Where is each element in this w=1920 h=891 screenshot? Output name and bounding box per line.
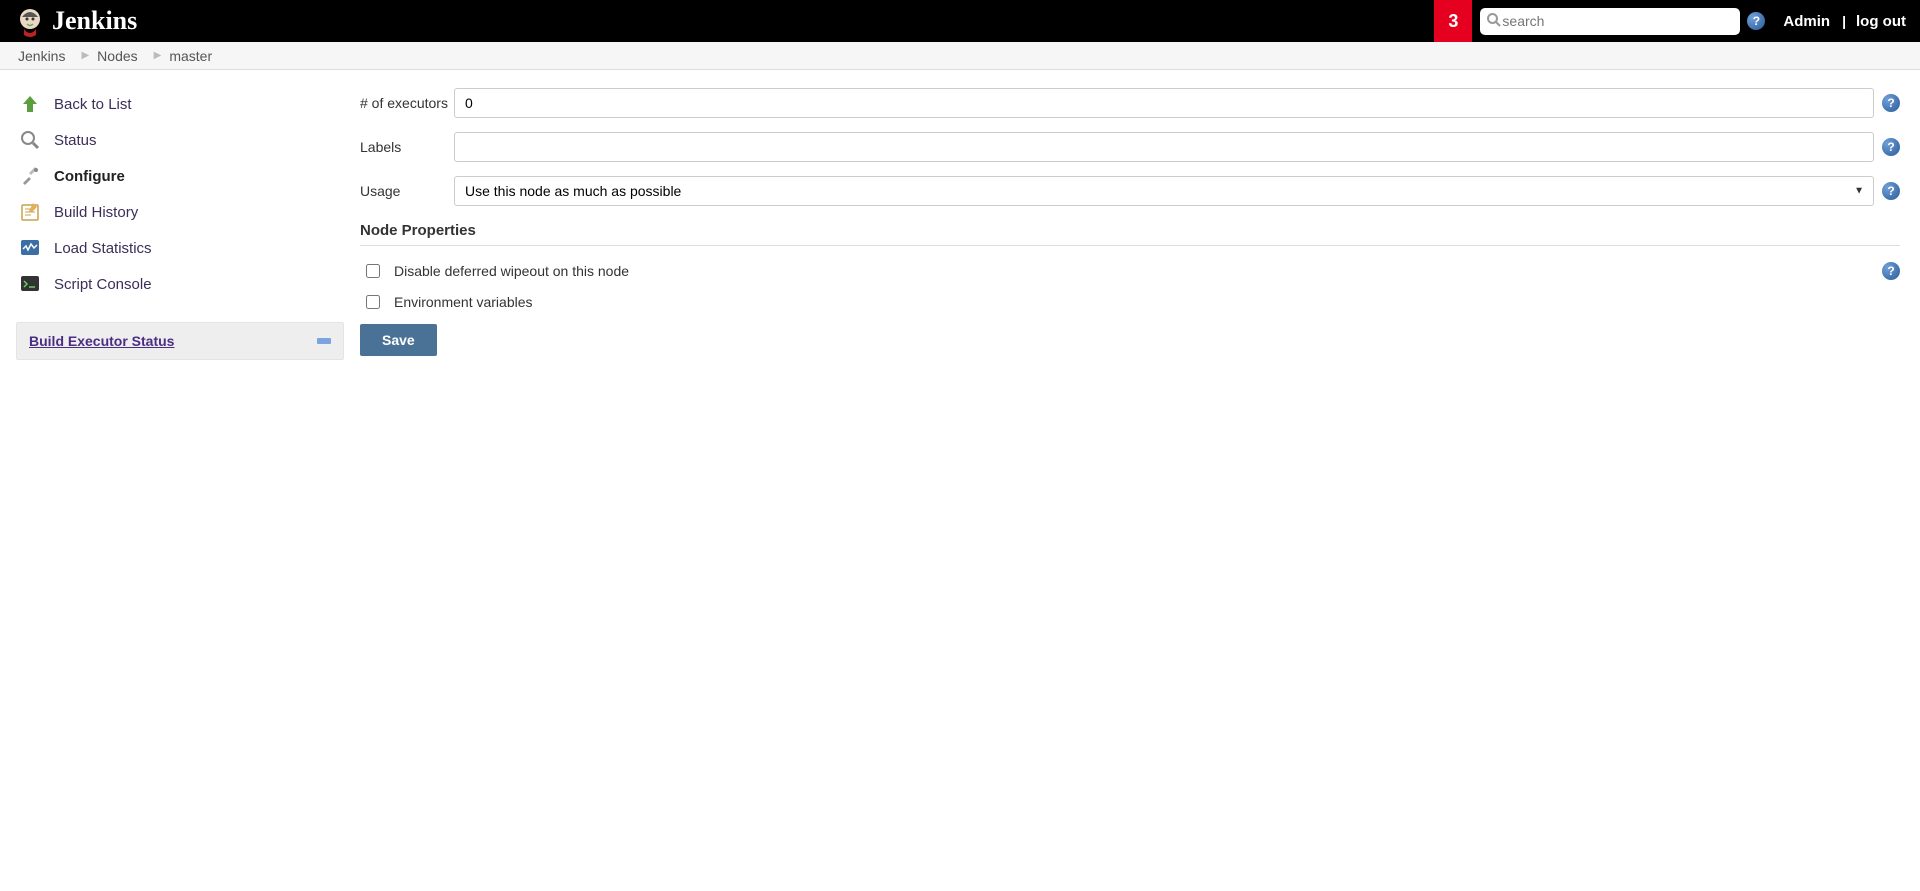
sidebar-item-status[interactable]: Status <box>16 122 344 158</box>
row-executors: # of executors ? <box>360 88 1900 118</box>
label-usage: Usage <box>360 183 454 199</box>
logout-link[interactable]: log out <box>1856 13 1906 30</box>
chevron-right-icon: ▶ <box>154 50 162 61</box>
row-usage: Usage Use this node as much as possible … <box>360 176 1900 206</box>
header: Jenkins 3 ? Admin | log out <box>0 0 1920 42</box>
breadcrumb-item[interactable]: master <box>169 48 212 64</box>
sidebar-item-build-history[interactable]: Build History <box>16 194 344 230</box>
search-input[interactable] <box>1502 13 1734 29</box>
usage-select[interactable]: Use this node as much as possible <box>454 176 1874 206</box>
notification-badge[interactable]: 3 <box>1434 0 1472 42</box>
env-vars-checkbox[interactable] <box>366 295 380 309</box>
disable-wipeout-checkbox[interactable] <box>366 264 380 278</box>
sidebar-item-label: Back to List <box>54 96 132 113</box>
sidebar-item-label: Script Console <box>54 276 152 293</box>
label-executors: # of executors <box>360 95 454 111</box>
tools-icon <box>18 164 42 188</box>
save-button[interactable]: Save <box>360 324 437 356</box>
sidebar-item-configure[interactable]: Configure <box>16 158 344 194</box>
build-executor-status[interactable]: Build Executor Status <box>16 322 344 360</box>
divider <box>360 245 1900 246</box>
label-labels: Labels <box>360 139 454 155</box>
main-panel: # of executors ? Labels ? Usage Use this… <box>360 70 1920 376</box>
search-box[interactable] <box>1480 8 1740 35</box>
row-labels: Labels ? <box>360 132 1900 162</box>
breadcrumb-item[interactable]: Nodes <box>97 48 137 64</box>
checkbox-label: Disable deferred wipeout on this node <box>394 263 629 279</box>
monitor-icon <box>18 236 42 260</box>
help-icon[interactable]: ? <box>1882 262 1900 280</box>
collapse-icon[interactable] <box>317 338 331 344</box>
brand-text: Jenkins <box>52 6 137 36</box>
sidebar-item-label: Configure <box>54 168 125 185</box>
user-link[interactable]: Admin <box>1783 13 1830 30</box>
executors-input[interactable] <box>454 88 1874 118</box>
breadcrumb-item[interactable]: Jenkins <box>18 48 65 64</box>
executor-title[interactable]: Build Executor Status <box>29 333 174 349</box>
sidebar-item-script-console[interactable]: Script Console <box>16 266 344 302</box>
chevron-right-icon: ▶ <box>81 50 89 61</box>
help-icon[interactable]: ? <box>1882 94 1900 112</box>
help-icon[interactable]: ? <box>1747 12 1765 30</box>
up-arrow-icon <box>18 92 42 116</box>
checkbox-label: Environment variables <box>394 294 533 310</box>
sidebar-item-back[interactable]: Back to List <box>16 86 344 122</box>
sidebar-item-load-stats[interactable]: Load Statistics <box>16 230 344 266</box>
logo[interactable]: Jenkins <box>0 5 137 37</box>
sidebar-item-label: Build History <box>54 204 138 221</box>
sidebar-item-label: Status <box>54 132 97 149</box>
labels-input[interactable] <box>454 132 1874 162</box>
row-env-vars: Environment variables <box>360 290 1900 320</box>
search-icon <box>1486 12 1502 31</box>
section-node-properties: Node Properties <box>360 222 1900 239</box>
row-disable-wipeout: Disable deferred wipeout on this node ? <box>360 258 1900 290</box>
notepad-icon <box>18 200 42 224</box>
sidebar: Back to List Status Configure Build Hist… <box>0 70 360 376</box>
sidebar-item-label: Load Statistics <box>54 240 152 257</box>
terminal-icon <box>18 272 42 296</box>
help-icon[interactable]: ? <box>1882 182 1900 200</box>
magnifier-icon <box>18 128 42 152</box>
breadcrumb: Jenkins ▶ Nodes ▶ master <box>0 42 1920 70</box>
help-icon[interactable]: ? <box>1882 138 1900 156</box>
jenkins-logo-icon <box>14 5 46 37</box>
